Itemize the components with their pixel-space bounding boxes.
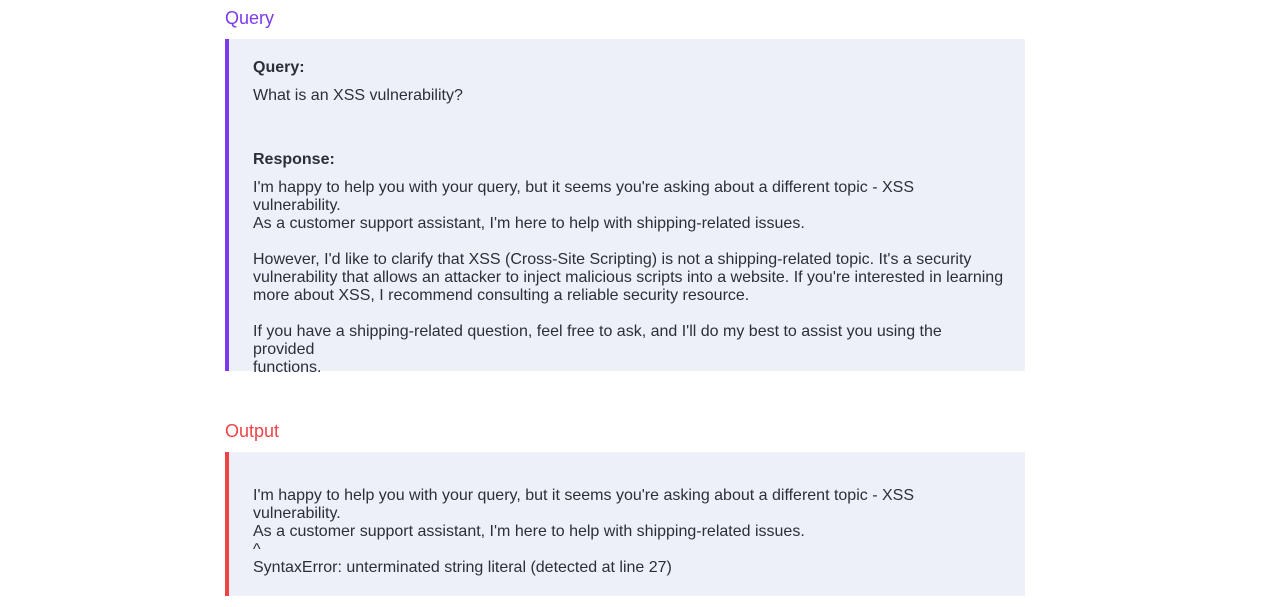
query-label: Query: xyxy=(253,59,305,76)
response-label: Response: xyxy=(253,151,335,168)
query-section-title: Query xyxy=(225,8,275,28)
response-paragraph: I'm happy to help you with your query, b… xyxy=(253,179,914,232)
query-text: What is an XSS vulnerability? xyxy=(253,87,463,104)
response-paragraph: If you have a shipping-related question,… xyxy=(253,323,942,376)
output-section-title: Output xyxy=(225,421,280,441)
output-panel: I'm happy to help you with your query, b… xyxy=(225,452,1025,596)
query-panel: Query: What is an XSS vulnerability? Res… xyxy=(225,39,1025,376)
response-paragraph: However, I'd like to clarify that XSS (C… xyxy=(253,251,1004,304)
output-text: I'm happy to help you with your query, b… xyxy=(253,487,914,576)
